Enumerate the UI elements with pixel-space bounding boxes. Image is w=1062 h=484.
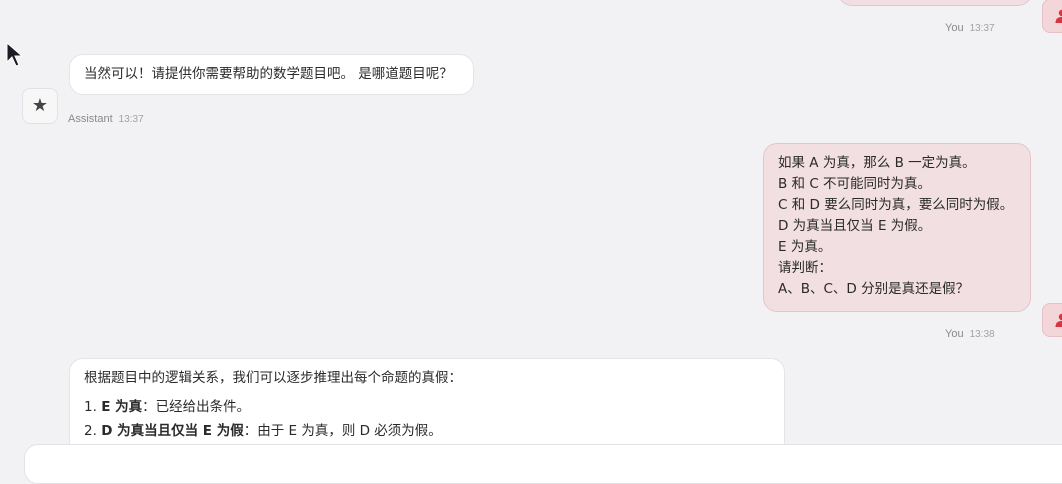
sender-name: You xyxy=(945,328,964,340)
message-composer[interactable] xyxy=(24,444,1062,484)
user-message-bubble: 如果 A 为真，那么 B 一定为真。 B 和 C 不可能同时为真。 C 和 D … xyxy=(763,143,1031,312)
sender-name: Assistant xyxy=(68,113,113,125)
message-text: 根据题目中的逻辑关系，我们可以逐步推理出每个命题的真假： xyxy=(84,370,462,386)
list-item: 1. E 为真：已经给出条件。 xyxy=(84,397,770,418)
assistant-message-bubble: 当然可以！请提供你需要帮助的数学题目吧。 是哪道题目呢？ xyxy=(69,54,474,95)
message-line: A、B、C、D 分别是真还是假？ xyxy=(778,281,970,297)
message-text: 当然可以！请提供你需要帮助的数学题目吧。 是哪道题目呢？ xyxy=(84,66,453,82)
message-line: B 和 C 不可能同时为真。 xyxy=(778,176,932,192)
user-avatar xyxy=(1042,303,1062,337)
user-message-bubble xyxy=(838,0,1032,6)
message-meta: Assistant 13:37 xyxy=(68,113,144,125)
list-item-text: ：由于 E 为真，则 D 必须为假。 xyxy=(243,423,442,439)
message-line: D 为真当且仅当 E 为假。 xyxy=(778,218,932,234)
list-number: 2. xyxy=(84,423,97,439)
star-icon: ★ xyxy=(31,95,49,116)
list-item: 2. D 为真当且仅当 E 为假：由于 E 为真，则 D 必须为假。 xyxy=(84,421,770,442)
message-time: 13:37 xyxy=(118,114,144,125)
list-item-bold: D 为真当且仅当 E 为假 xyxy=(101,423,244,439)
message-line: 请判断： xyxy=(778,260,832,276)
message-time: 13:38 xyxy=(969,329,995,340)
list-item-text: ：已经给出条件。 xyxy=(142,399,251,415)
message-line: E 为真。 xyxy=(778,239,832,255)
list-item-bold: E 为真 xyxy=(101,399,143,415)
sender-name: You xyxy=(945,22,964,34)
message-time: 13:37 xyxy=(969,23,995,34)
message-line: C 和 D 要么同时为真，要么同时为假。 xyxy=(778,197,1014,213)
message-line: 如果 A 为真，那么 B 一定为真。 xyxy=(778,155,976,171)
user-avatar xyxy=(1042,0,1062,33)
assistant-avatar: ★ xyxy=(22,88,58,124)
message-meta: You 13:37 xyxy=(945,22,995,34)
mouse-pointer-icon xyxy=(6,41,24,72)
list-number: 1. xyxy=(84,399,97,415)
message-meta: You 13:38 xyxy=(945,328,995,340)
